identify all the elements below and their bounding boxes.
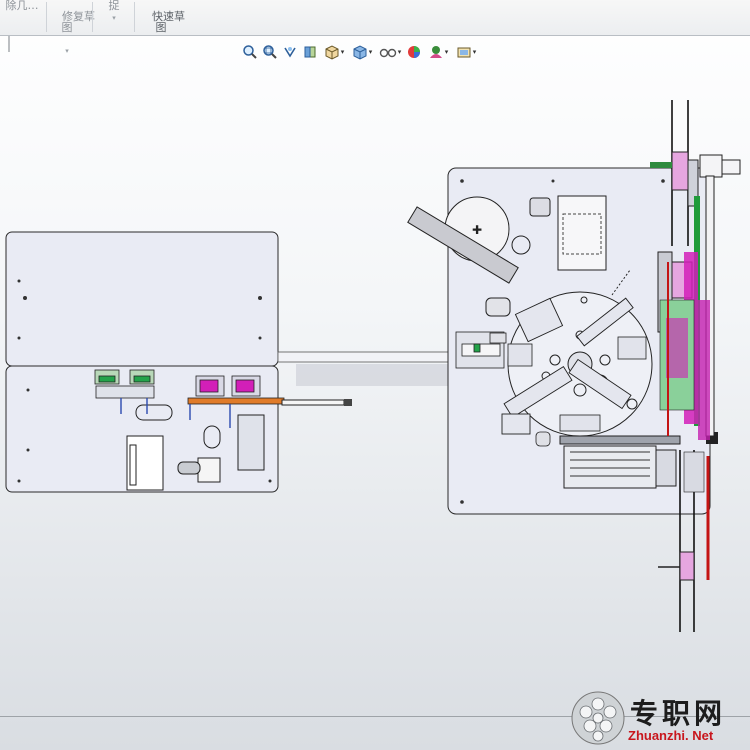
dropdown-arrow-icon: ▾: [112, 14, 116, 22]
ribbon-button-snap[interactable]: 捉 ▾: [100, 0, 128, 34]
command-ribbon: 除几… 修复草 图 ▾ 捉 ▾ 快速草 图: [0, 0, 750, 55]
transfer-rail: [277, 351, 466, 386]
ribbon-separator: [92, 2, 93, 32]
ribbon-label: 快速草 图: [152, 10, 185, 34]
ribbon-separator: [134, 2, 135, 32]
globe-logo-icon: [571, 691, 625, 745]
cad-drawing-canvas[interactable]: ✚: [0, 36, 750, 716]
ribbon-separator: [46, 2, 47, 32]
watermark-chinese-text: 专职网: [630, 697, 727, 730]
ribbon-label: 除几…: [5, 0, 39, 12]
ribbon-button-delete-geometry[interactable]: 除几…: [2, 0, 42, 34]
ribbon-button-repair-sketch[interactable]: 修复草 图 ▾: [48, 0, 96, 55]
ribbon-button-rapid-sketch[interactable]: 快速草 图: [138, 0, 185, 34]
ribbon-label: 捉: [108, 0, 120, 12]
site-watermark: 专职网 Zhuanzhi. Net: [570, 690, 750, 750]
ribbon-label: 修复草 图: [61, 10, 96, 34]
watermark-url-text: Zhuanzhi. Net: [628, 728, 714, 743]
svg-text:✚: ✚: [472, 223, 482, 237]
